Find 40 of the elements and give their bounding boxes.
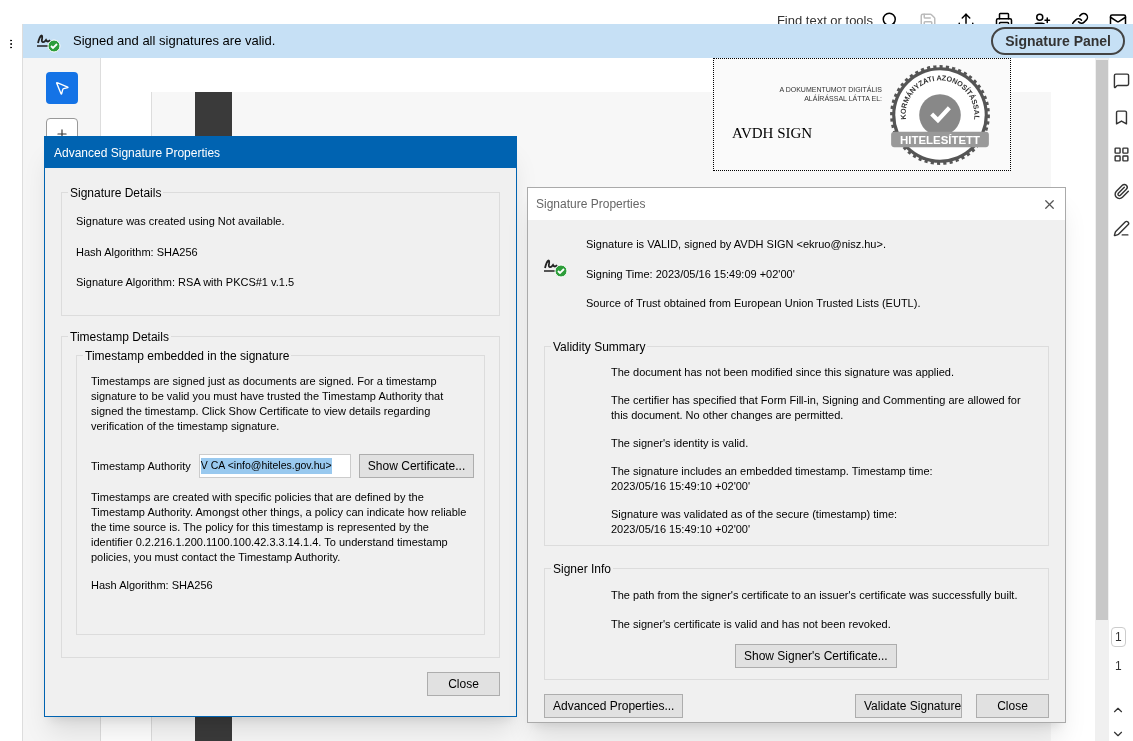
signer-info-text: The path from the signer's certificate to an issuer's certificate was successfully built.: [611, 587, 1019, 603]
search-icon[interactable]: [881, 11, 899, 24]
authority-field[interactable]: V CA <info@hiteles.gov.hu>: [198, 454, 351, 478]
page-number-field[interactable]: 1: [1111, 627, 1126, 647]
detail-text: Signature was created using Not available.: [76, 214, 286, 229]
signature-panel-button[interactable]: Signature Panel: [991, 27, 1125, 55]
validity-text: The signature includes an embedded timestamp. Timestamp time: 2023/05/16 15:49:10 +02'00': [611, 463, 934, 494]
authority-label: Timestamp Authority: [91, 458, 191, 474]
paperclip-icon[interactable]: [1112, 183, 1130, 200]
dialog-title: Signature Properties: [536, 196, 646, 213]
close-button[interactable]: Close: [427, 672, 500, 696]
tool-button[interactable]: [45, 72, 78, 104]
detail-text: Hash Algorithm: SHA256: [76, 244, 199, 260]
signer-info-text: The signer's certificate is valid and has not been revoked.: [611, 617, 892, 632]
validity-text: The certifier has specified that Form Fill-in, Signing and Commenting are allowed for this document. No other changes are permitted.: [611, 392, 1022, 423]
pen-icon[interactable]: [1112, 220, 1130, 237]
search-placeholder[interactable]: Find text or tools: [776, 10, 873, 24]
timestamp-hash-text: Hash Algorithm: SHA256: [91, 578, 214, 593]
signature-info-text: Signing Time: 2023/05/16 15:49:09 +02'00': [586, 266, 796, 282]
timestamp-policy-text: Timestamps are created with specific policies that are defined by the Timestamp Authority. Amongst other things, a policy can indicate how reliable the time source is. The policy for this timestamp is represented by the identifier 0.2.216.1.200.1100.100.42.3.3.14.1.4. To understand timestamp policies, you must contact the Timestamp Authority.: [91, 490, 468, 565]
scrollbar-thumb[interactable]: [1096, 60, 1108, 620]
validity-text: Signature was validated as of the secure (timestamp) time: 2023/05/16 15:49:10 +02'00': [611, 506, 899, 537]
dialog-title: Advanced Signature Properties: [54, 144, 221, 162]
detail-text: Signature Algorithm: RSA with PKCS#1 v.1.5: [76, 275, 296, 290]
signature-status-text: Signed and all signatures are valid.: [73, 32, 277, 51]
stamp-signer: AVDH SIGN: [732, 123, 814, 143]
show-signer-certificate-button[interactable]: Show Signer's Certificate...: [735, 643, 897, 668]
timestamp-intro-text: Timestamps are signed just as documents are signed. For a timestamp signature to be valid you must have trusted the Timestamp Authority that signed the timestamp. Click Show Certificate to view details regarding verification of the timestamp signature.: [91, 374, 445, 434]
comment-icon[interactable]: [1112, 72, 1130, 89]
validity-text: The document has not been modified since this signature was applied.: [611, 364, 956, 380]
close-button[interactable]: Close: [976, 693, 1049, 718]
advanced-properties-button[interactable]: Advanced Properties...: [544, 693, 684, 718]
show-certificate-button[interactable]: Show Certificate...: [358, 454, 475, 478]
pointer-icon: [53, 80, 70, 96]
signature-info-text: Source of Trust obtained from European Union Trusted Lists (EUTL).: [586, 296, 921, 311]
page-total: 1: [1114, 658, 1122, 675]
signature-info-text: Signature is VALID, signed by AVDH SIGN <ekruo@nisz.hu>.: [586, 237, 887, 252]
validate-signature-button[interactable]: Validate Signature: [855, 693, 962, 718]
validity-text: The signer's identity is valid.: [611, 435, 750, 451]
grid-icon[interactable]: [1112, 146, 1130, 163]
